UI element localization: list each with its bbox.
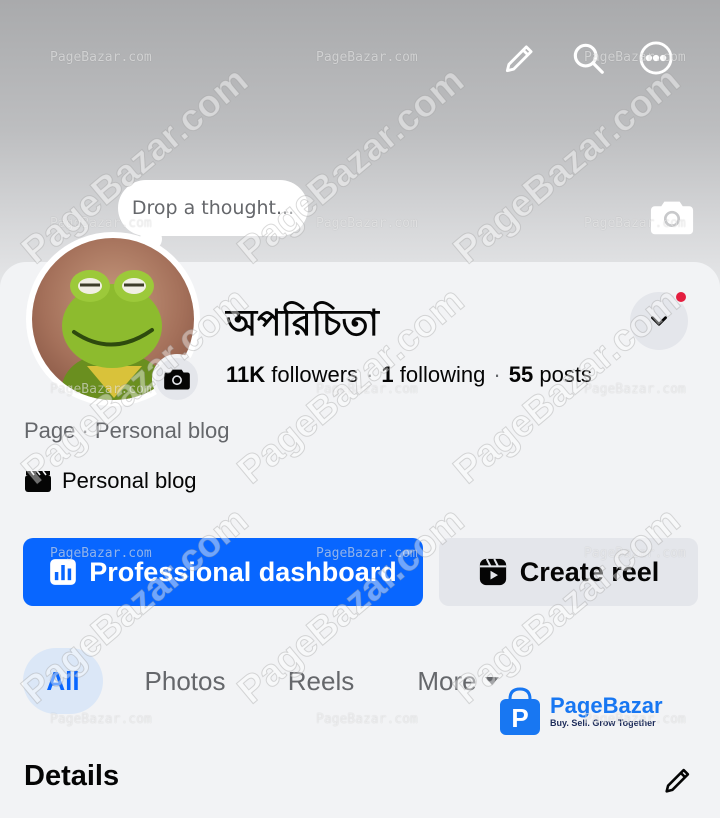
tab-all[interactable]: All <box>23 648 103 714</box>
posts-label: posts <box>539 362 592 387</box>
tab-reels[interactable]: Reels <box>276 648 366 714</box>
tab-all-label: All <box>46 665 80 696</box>
shopping-bag-logo-icon: P <box>500 687 540 735</box>
followers-link[interactable]: 11K followers <box>226 362 358 387</box>
edit-details-icon[interactable] <box>658 760 698 800</box>
search-icon[interactable] <box>566 36 610 80</box>
avatar-camera-icon[interactable] <box>152 354 202 404</box>
clapperboard-icon <box>25 470 51 492</box>
professional-dashboard-button[interactable]: Professional dashboard <box>23 538 423 606</box>
chevron-down-icon <box>651 316 667 326</box>
thought-placeholder: Drop a thought... <box>131 197 295 219</box>
professional-dashboard-label: Professional dashboard <box>89 556 397 587</box>
followers-label: followers <box>271 362 359 387</box>
tab-reels-label: Reels <box>287 665 355 696</box>
logo-tagline: Buy. Sell. Grow Together <box>550 718 656 728</box>
following-link[interactable]: 1 following <box>381 362 485 387</box>
logo-name: PageBazar <box>550 693 663 718</box>
profile-stats: 11K followers · 1 following · 55 posts <box>226 362 592 388</box>
blog-type-row[interactable]: Personal blog <box>24 465 197 497</box>
followers-count: 11K <box>226 362 266 387</box>
tab-photos-label: Photos <box>144 665 226 696</box>
page-category: Page · Personal blog <box>24 418 230 443</box>
watermark-logo: P PageBazar Buy. Sell. Grow Together <box>496 684 686 738</box>
create-reel-button[interactable]: Create reel <box>439 538 698 606</box>
stats-separator: · <box>366 362 374 387</box>
dashboard-chart-icon <box>50 559 77 585</box>
notification-dot <box>674 290 688 304</box>
following-count: 1 <box>381 362 394 387</box>
reel-icon <box>479 558 506 586</box>
tab-more-label: More <box>417 665 477 696</box>
details-heading: Details <box>24 760 120 792</box>
following-label: following <box>399 362 486 387</box>
tab-photos[interactable]: Photos <box>130 648 240 714</box>
svg-text:P: P <box>511 703 528 733</box>
thought-input[interactable]: Drop a thought... <box>118 180 308 236</box>
more-icon[interactable] <box>634 36 678 80</box>
blog-type-label: Personal blog <box>62 468 197 493</box>
pencil-icon[interactable] <box>498 36 542 80</box>
page-title: অপরিচিতা <box>226 303 379 344</box>
posts-count: 55 <box>508 362 534 387</box>
create-reel-label: Create reel <box>519 556 660 587</box>
camera-icon[interactable] <box>648 195 696 239</box>
posts-link[interactable]: 55 posts <box>509 362 592 387</box>
stats-separator: · <box>493 362 501 387</box>
